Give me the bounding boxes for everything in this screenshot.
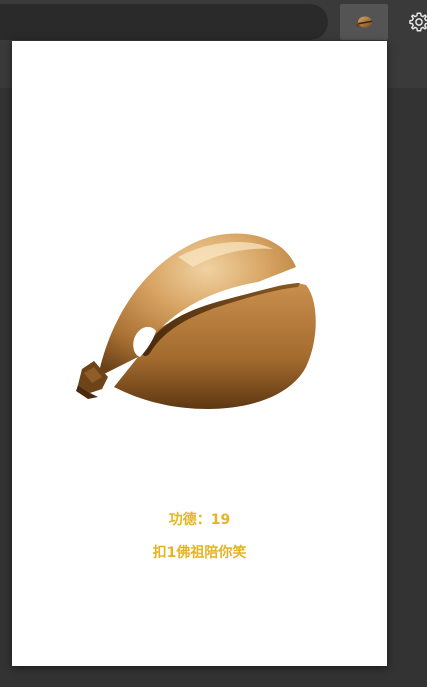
wooden-fish-image [76, 233, 316, 409]
extension-button[interactable] [340, 4, 388, 40]
wooden-fish-icon [356, 16, 372, 28]
gear-icon [409, 12, 427, 32]
settings-button[interactable] [406, 9, 427, 35]
wooden-fish[interactable] [68, 227, 318, 417]
merit-label: 功德： [168, 512, 211, 528]
merit-count: 19 [210, 512, 231, 528]
merit-counter: 功德：19 [12, 509, 387, 529]
extension-popup: 功德：19 扣1佛祖陪你笑 [12, 41, 387, 666]
blessing-text: 扣1佛祖陪你笑 [152, 545, 247, 561]
address-bar[interactable] [0, 4, 328, 40]
